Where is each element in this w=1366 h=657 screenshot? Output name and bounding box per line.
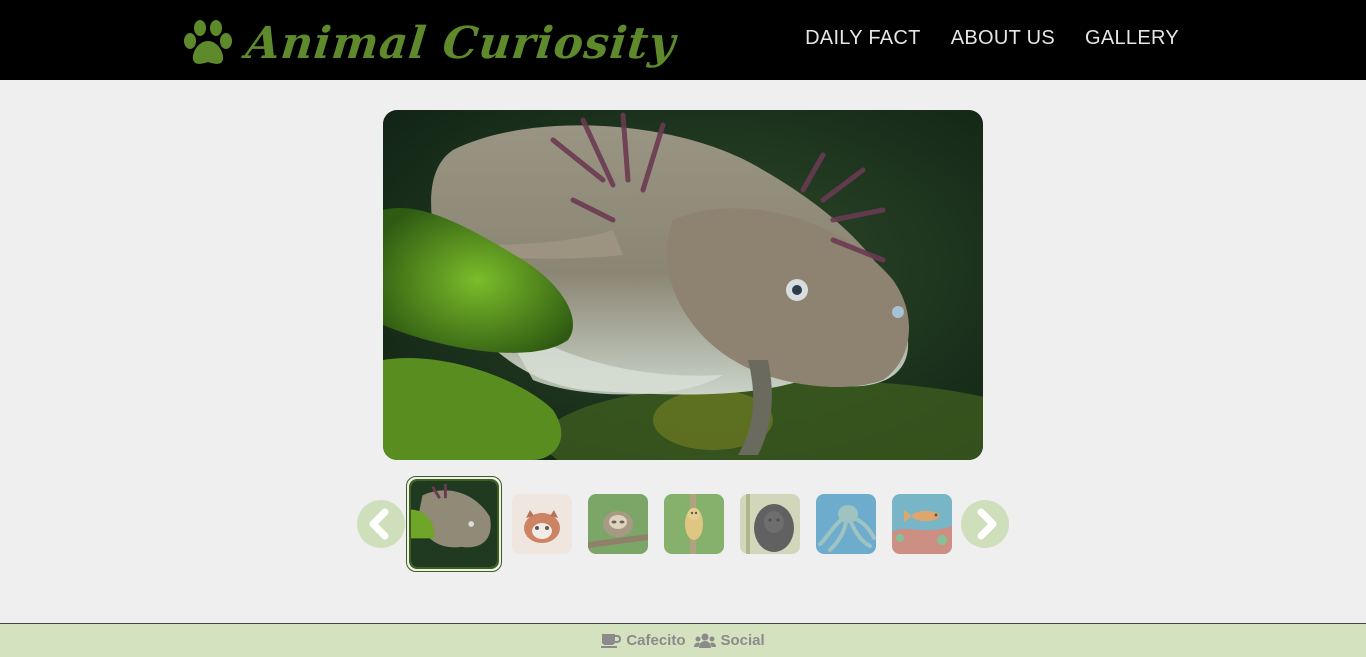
nav-about-us[interactable]: ABOUT US <box>951 27 1055 50</box>
thumbnail-gorilla[interactable] <box>740 494 800 554</box>
footer-link-cafecito-label: Cafecito <box>626 632 686 649</box>
paw-icon <box>184 20 232 64</box>
chevron-right-icon <box>977 508 997 540</box>
thumbnail-lemur[interactable] <box>664 494 724 554</box>
chevron-left-icon <box>369 508 389 540</box>
featured-image-axolotl <box>383 110 983 460</box>
thumbnail-axolotl[interactable] <box>406 476 502 572</box>
thumbnail-sloth[interactable] <box>588 494 648 554</box>
footer-link-social[interactable]: Social <box>693 632 765 649</box>
thumbnail-octopus[interactable] <box>816 494 876 554</box>
site-header: Animal Curiosity DAILY FACT ABOUT US GAL… <box>0 0 1366 80</box>
coffee-cup-icon <box>601 633 622 648</box>
thumbnail-coral-reef[interactable] <box>892 494 952 554</box>
main-nav: DAILY FACT ABOUT US GALLERY <box>805 27 1179 50</box>
nav-gallery[interactable]: GALLERY <box>1085 27 1179 50</box>
prev-button[interactable] <box>357 500 405 548</box>
site-footer: Cafecito Social <box>0 623 1366 657</box>
thumbnail-red-panda[interactable] <box>512 494 572 554</box>
footer-link-social-label: Social <box>720 632 765 649</box>
next-button[interactable] <box>961 500 1009 548</box>
footer-link-cafecito[interactable]: Cafecito <box>601 632 686 649</box>
brand-logo-link[interactable]: Animal Curiosity <box>182 14 679 72</box>
nav-daily-fact[interactable]: DAILY FACT <box>805 27 921 50</box>
brand-name: Animal Curiosity <box>243 17 679 69</box>
users-icon <box>693 633 716 648</box>
